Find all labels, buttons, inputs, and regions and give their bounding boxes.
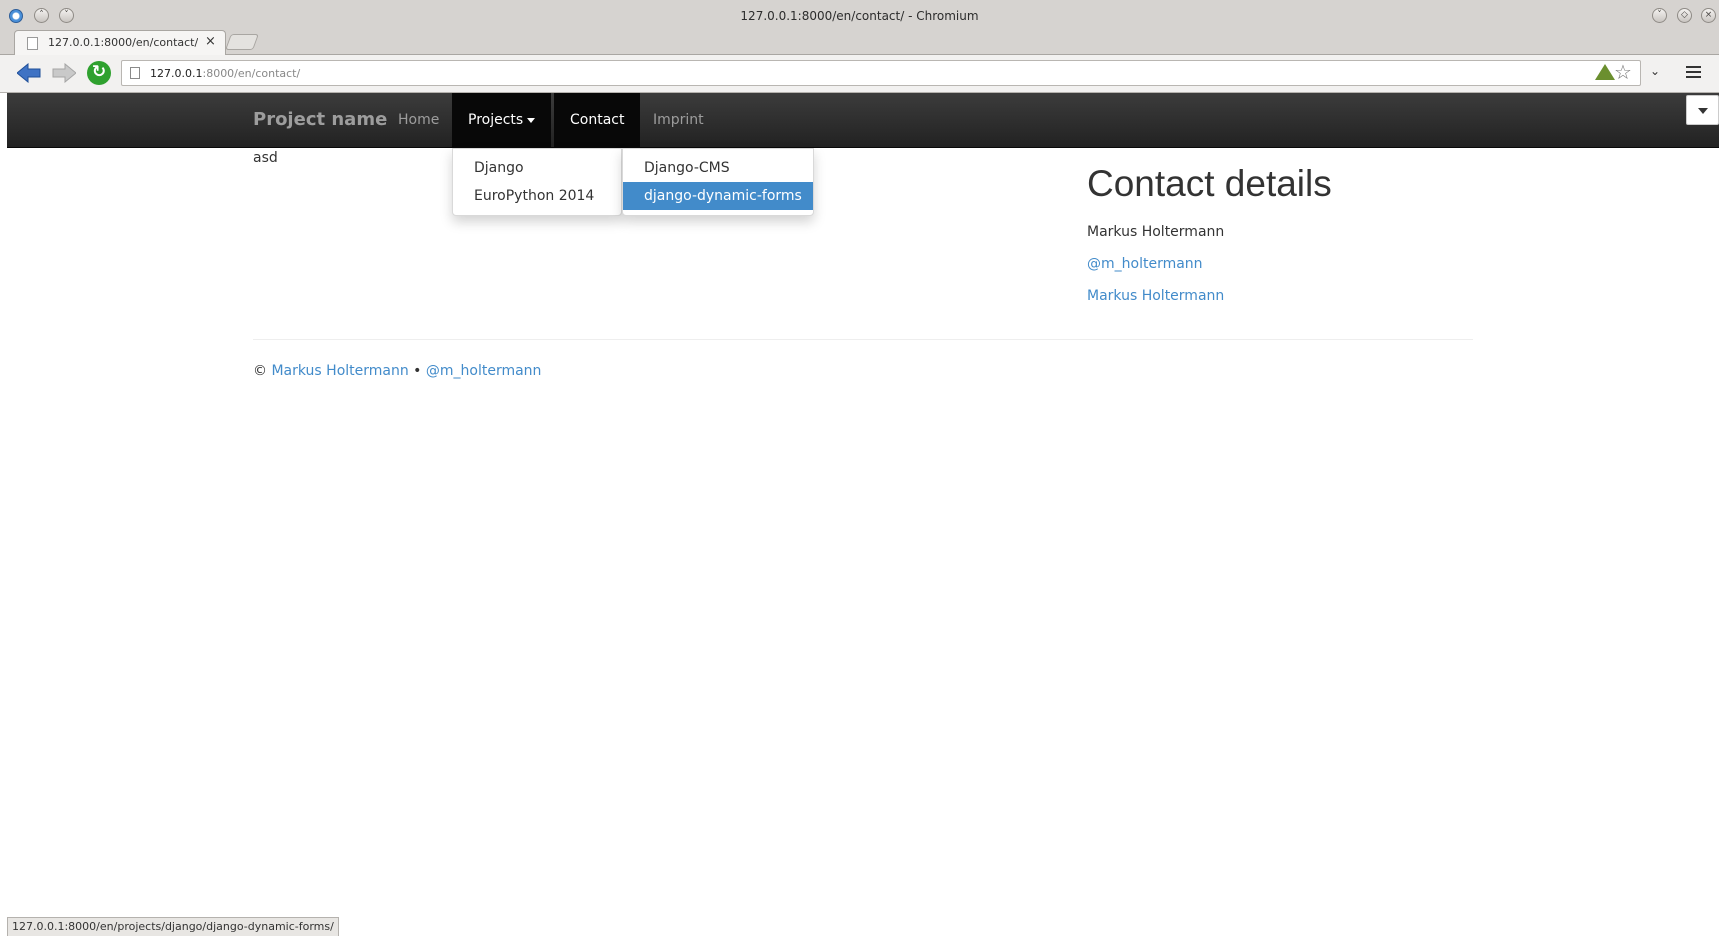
- status-bar: 127.0.0.1:8000/en/projects/django/django…: [7, 917, 339, 936]
- hamburger-menu-icon[interactable]: [1686, 66, 1701, 81]
- contact-twitter-link[interactable]: @m_holtermann: [1087, 256, 1203, 272]
- chevron-down-icon[interactable]: ⌄: [1650, 64, 1660, 78]
- tab-close-icon[interactable]: ×: [205, 34, 216, 49]
- bookmark-star-icon[interactable]: ☆: [1614, 60, 1632, 84]
- tab-title: 127.0.0.1:8000/en/contact/: [48, 36, 198, 49]
- footer-name-link[interactable]: Markus Holtermann: [271, 363, 408, 379]
- submenu-item-django-dynamic-forms[interactable]: django-dynamic-forms: [623, 182, 813, 210]
- contact-name: Markus Holtermann: [1087, 224, 1225, 240]
- page-favicon-icon: [27, 37, 38, 50]
- window-title: 127.0.0.1:8000/en/contact/ - Chromium: [740, 9, 979, 23]
- minimize-icon[interactable]: ˅: [1652, 8, 1667, 23]
- dropdown-item-django[interactable]: Django: [453, 154, 621, 182]
- web-page: Project name Home Projects Contact Impri…: [7, 93, 1719, 936]
- caret-down-icon: [527, 117, 536, 123]
- collapse-toggle-button[interactable]: [1686, 95, 1719, 125]
- extension-icon[interactable]: [1595, 64, 1615, 80]
- forward-icon[interactable]: [52, 63, 76, 83]
- projects-dropdown: Django EuroPython 2014: [452, 148, 622, 216]
- footer-twitter-link[interactable]: @m_holtermann: [426, 363, 542, 379]
- footer-separator: •: [413, 363, 422, 379]
- page-icon: [130, 67, 140, 79]
- browser-tab[interactable]: 127.0.0.1:8000/en/contact/ ×: [14, 30, 226, 55]
- tab-strip: 127.0.0.1:8000/en/contact/ ×: [0, 28, 1719, 55]
- browser-toolbar: ↻ 127.0.0.1:8000/en/contact/: [0, 55, 1719, 93]
- contact-website-link[interactable]: Markus Holtermann: [1087, 288, 1224, 304]
- close-window-icon[interactable]: ×: [1701, 8, 1716, 23]
- back-icon[interactable]: [17, 63, 41, 83]
- nav-imprint[interactable]: Imprint: [637, 93, 720, 148]
- maximize-icon[interactable]: ◇: [1677, 8, 1692, 23]
- address-bar[interactable]: 127.0.0.1:8000/en/contact/: [121, 60, 1641, 86]
- site-navbar: Project name Home Projects Contact Impri…: [7, 93, 1719, 148]
- nav-home[interactable]: Home: [382, 93, 455, 148]
- contact-heading: Contact details: [1087, 163, 1332, 204]
- nav-contact[interactable]: Contact: [554, 93, 641, 148]
- dropdown-item-europython[interactable]: EuroPython 2014: [453, 182, 621, 210]
- submenu-item-django-cms[interactable]: Django-CMS: [623, 154, 813, 182]
- main-text: asd: [253, 150, 278, 166]
- new-tab-button[interactable]: [225, 34, 259, 50]
- footer: © Markus Holtermann • @m_holtermann: [253, 363, 541, 379]
- url-text[interactable]: 127.0.0.1:8000/en/contact/: [150, 67, 300, 80]
- nav-projects[interactable]: Projects: [452, 93, 552, 148]
- reload-icon[interactable]: ↻: [87, 61, 111, 85]
- copyright-symbol: ©: [253, 363, 267, 379]
- navbar-brand[interactable]: Project name: [253, 109, 387, 130]
- divider: [253, 339, 1473, 340]
- django-submenu: Django-CMS django-dynamic-forms: [622, 148, 814, 216]
